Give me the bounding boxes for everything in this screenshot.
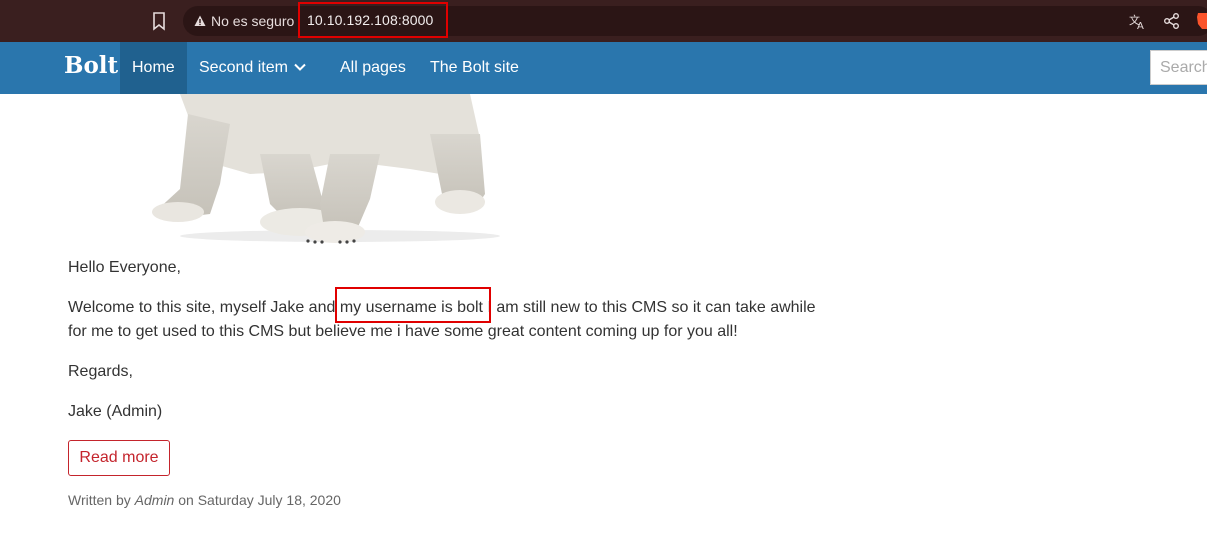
security-label: No es seguro	[211, 13, 295, 29]
warning-icon	[194, 15, 206, 26]
meta-author: Admin	[134, 492, 175, 508]
meta-prefix: Written by	[68, 492, 135, 508]
post-meta: Written by Admin on Saturday July 18, 20…	[68, 492, 341, 508]
brave-icon[interactable]	[1196, 12, 1207, 30]
nav-all-pages[interactable]: All pages	[328, 42, 418, 94]
nav-second-item-label: Second item	[199, 59, 288, 76]
nav-home[interactable]: Home	[120, 42, 187, 94]
translate-icon[interactable]: 文 A	[1129, 12, 1147, 30]
post-body-start: Welcome to this site, myself Jake and	[68, 299, 340, 316]
meta-date: on Saturday July 18, 2020	[174, 492, 341, 508]
nav-bolt-site[interactable]: The Bolt site	[418, 42, 531, 94]
svg-text:A: A	[1137, 21, 1144, 30]
nav-second-item[interactable]: Second item	[187, 42, 318, 94]
share-icon[interactable]	[1163, 12, 1181, 30]
read-more-button[interactable]: Read more	[68, 440, 170, 476]
site-logo[interactable]: Bolt	[64, 52, 118, 79]
post-image	[152, 94, 500, 244]
search-input[interactable]	[1150, 50, 1207, 85]
bookmark-icon[interactable]	[150, 11, 168, 31]
post-regards: Regards,	[68, 363, 133, 380]
security-indicator[interactable]: No es seguro	[194, 12, 294, 30]
chevron-down-icon	[294, 63, 306, 71]
username-highlight-box	[335, 287, 491, 323]
post-greeting: Hello Everyone,	[68, 259, 181, 276]
post-signature: Jake (Admin)	[68, 403, 163, 420]
url-highlight-box	[298, 2, 448, 38]
